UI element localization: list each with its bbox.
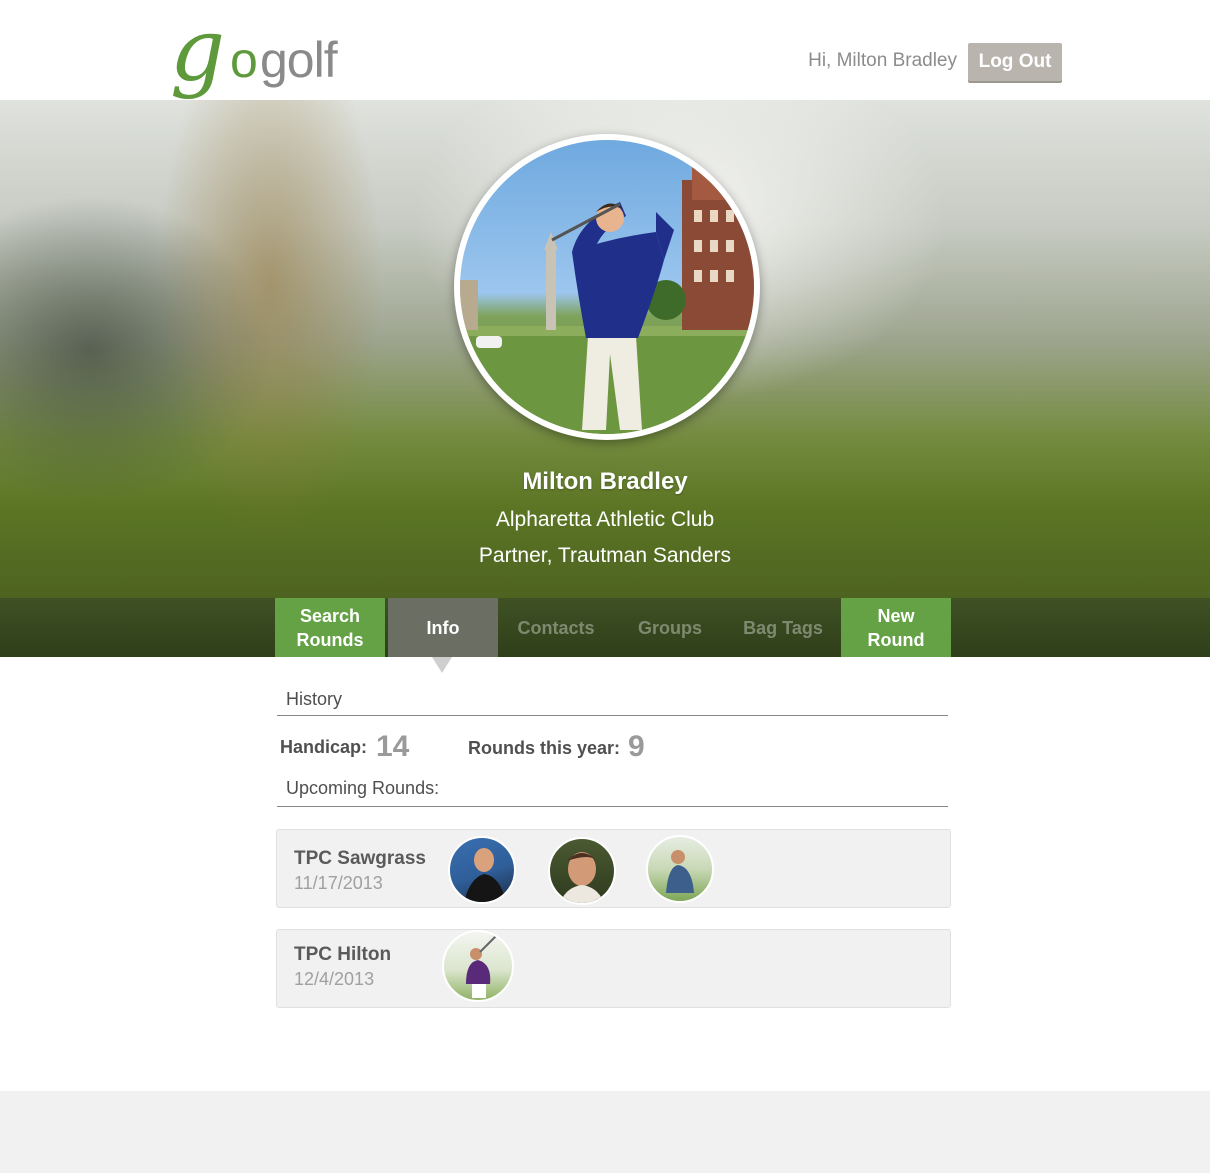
active-tab-pointer [432,657,452,673]
upcoming-rounds-label: Upcoming Rounds: [286,778,440,798]
profile-photo [460,140,754,434]
tab-search-rounds[interactable]: Search Rounds [275,598,385,657]
profile-job: Partner, Trautman Sanders [478,544,732,567]
history-divider [277,715,948,716]
player-photo [466,935,497,998]
round-date: 12/4/2013 [294,969,375,989]
profile-club: Alpharetta Athletic Club [495,508,715,531]
tab-bag-tags[interactable]: Bag Tags [727,598,839,657]
profile-name: Milton Bradley [522,468,688,495]
gogolf-logo[interactable]: g o golf [170,8,360,134]
top-header: g o golf Hi, Milton Bradley Log Out [0,0,1210,100]
logout-button[interactable]: Log Out [968,43,1062,81]
handicap-value: 14 [376,730,410,763]
user-greeting: Hi, Milton Bradley [808,50,957,71]
player-photo [666,850,694,893]
player-avatar[interactable] [646,835,714,903]
round-card[interactable]: TPC Hilton 12/4/2013 [276,929,951,1008]
profile-avatar [454,134,760,440]
profile-hero: Milton Bradley Alpharetta Athletic Club … [0,100,1210,598]
round-course: TPC Sawgrass [294,848,426,869]
logo-g: g [170,1,226,101]
tab-groups[interactable]: Groups [614,598,726,657]
logo-golf: golf [260,32,338,88]
page-footer [0,1091,1210,1173]
upcoming-divider [277,806,948,807]
round-course: TPC Hilton [294,944,392,965]
golfer-illustration [460,142,754,434]
round-date: 11/17/2013 [294,873,383,893]
rounds-this-year-label: Rounds this year: [468,738,621,758]
player-photo [464,848,506,902]
history-label: History [286,689,343,709]
rounds-this-year-value: 9 [628,730,645,763]
player-avatar[interactable] [442,930,514,1002]
logo-o: o [230,32,258,88]
profile-tab-bar: Search Rounds Info Contacts Groups Bag T… [0,598,1210,657]
player-avatar[interactable] [548,837,616,905]
tab-info[interactable]: Info [388,598,498,657]
handicap-label: Handicap: [280,737,368,757]
player-photo [560,852,604,903]
round-card[interactable]: TPC Sawgrass 11/17/2013 [276,829,951,908]
player-avatar[interactable] [448,836,516,904]
tab-new-round[interactable]: New Round [841,598,951,657]
tab-contacts[interactable]: Contacts [500,598,612,657]
